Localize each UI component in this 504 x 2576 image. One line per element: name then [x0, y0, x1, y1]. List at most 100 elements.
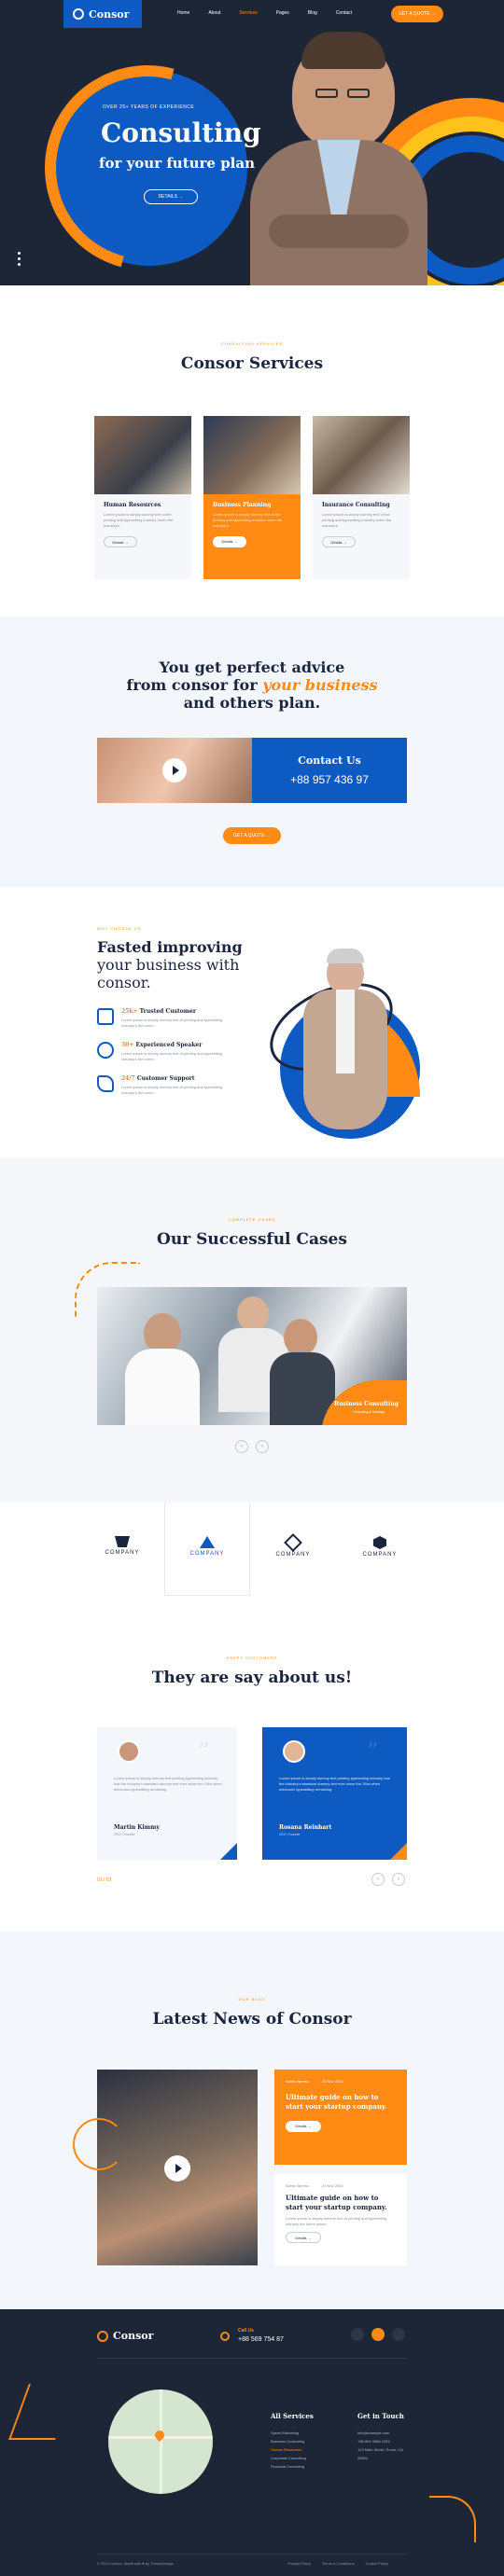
advice-line-3: and others plan.	[183, 694, 321, 712]
news-post-title[interactable]: Ultimate guide on how to start your star…	[286, 2194, 396, 2212]
advice-quote-button[interactable]: GET A QUOTE →	[223, 827, 281, 844]
news-card-active[interactable]: Admin Bpress 23 Nov 2024 Ultimate guide o…	[274, 2070, 407, 2165]
service-card[interactable]: Human Resources Lorem ipsum is simply du…	[94, 416, 191, 579]
footer-divider	[97, 2358, 407, 2359]
cases-section: COMPLETE CASES Our Successful Cases Busi…	[0, 1157, 504, 1503]
testimonial-card-active: ” Lorem ipsum is simply dummy text print…	[262, 1727, 407, 1860]
avatar	[118, 1740, 140, 1763]
brand-logo-icon	[373, 1536, 386, 1549]
cases-eyebrow: COMPLETE CASES	[228, 1217, 276, 1222]
logo-icon	[73, 8, 84, 20]
social-icons	[351, 2328, 405, 2341]
linkedin-icon[interactable]	[392, 2328, 405, 2341]
advice-line-1: You get perfect advice	[159, 658, 345, 676]
news-details-button[interactable]: Details →	[286, 2121, 321, 2132]
footer-email[interactable]: info@example.com	[357, 2429, 413, 2437]
slider-dot[interactable]	[18, 257, 21, 260]
services-eyebrow: CONSULTING SERVICES	[220, 341, 284, 346]
service-card[interactable]: Insurance Consulting Lorem ipsum is simp…	[313, 416, 410, 579]
map-pin-icon	[152, 2428, 167, 2443]
cases-prev-button[interactable]: ‹	[235, 1440, 248, 1453]
cookie-link[interactable]: Cookie Policy	[366, 2561, 388, 2566]
service-card-title: Business Planning	[213, 502, 272, 508]
testimonials-eyebrow: HAPPY CUSTOMERS	[226, 1655, 278, 1660]
cases-next-button[interactable]: ›	[256, 1440, 269, 1453]
hero-details-button[interactable]: DETAILS →	[144, 189, 198, 204]
service-card-image	[313, 416, 410, 494]
footer-logo[interactable]: Consor	[97, 2330, 153, 2342]
facebook-icon[interactable]	[351, 2328, 364, 2341]
slider-dot[interactable]	[18, 252, 21, 255]
feature-number: 30+	[121, 1042, 134, 1048]
logo[interactable]: Consor	[63, 0, 142, 28]
footer-call-label: Call Us	[238, 2328, 254, 2334]
nav-blog[interactable]: Blog	[308, 10, 317, 16]
contact-label: Contact Us	[298, 755, 361, 767]
nav-services[interactable]: Services	[239, 10, 257, 16]
nav-home[interactable]: Home	[177, 10, 189, 16]
footer-logo-text: Consor	[113, 2330, 154, 2342]
footer-service-link[interactable]: Speed Marketing	[271, 2429, 306, 2437]
brand-logo-active[interactable]: COMPANY	[164, 1503, 250, 1596]
brand-logo-text: COMPANY	[105, 1550, 140, 1556]
testimonial-next-button[interactable]: ›	[392, 1873, 405, 1886]
footer-phone[interactable]: +88 569 754 87	[238, 2336, 284, 2343]
footer-address: 123 Main Street, Rome, CA 90001	[357, 2447, 403, 2460]
testimonial-text: Lorem ipsum is simply dummy text printin…	[114, 1776, 222, 1792]
cases-title: Our Successful Cases	[157, 1230, 347, 1249]
news-post-title[interactable]: Ultimate guide on how to start your star…	[286, 2093, 396, 2112]
brand-logo-text: COMPANY	[362, 1552, 398, 1558]
testimonial-name: Martin Kimmy	[114, 1824, 160, 1831]
service-details-button[interactable]: Details →	[104, 536, 137, 547]
nav-pages[interactable]: Pages	[276, 10, 289, 16]
footer-phone-alt[interactable]: +88 954 3658 1254	[357, 2437, 413, 2445]
feature-list: 25k+ Trusted Customer Lorem ipsum is sim…	[97, 1008, 237, 1096]
news-card[interactable]: Admin Bpress 23 Nov 2024 Ultimate guide o…	[274, 2174, 407, 2265]
slider-dot[interactable]	[18, 263, 21, 266]
advice-line-2-prefix: from consor for	[126, 676, 263, 694]
nav-about[interactable]: About	[208, 10, 220, 16]
service-details-button[interactable]: Details →	[322, 536, 356, 547]
hero-subtitle: for your future plan	[99, 155, 256, 172]
footer-service-link[interactable]: Financial Consulting	[271, 2462, 306, 2471]
privacy-link[interactable]: Privacy Policy	[287, 2561, 311, 2566]
news-image	[97, 2070, 258, 2265]
nav-contact[interactable]: Contact	[336, 10, 352, 16]
brand-logo-icon	[284, 1533, 302, 1552]
brand-logo[interactable]: COMPANY	[357, 1536, 403, 1558]
feature-number: 24/7	[121, 1075, 135, 1082]
feature-number: 25k+	[121, 1008, 138, 1015]
news-details-button[interactable]: Details →	[286, 2232, 321, 2243]
advice-line-2: from consor for your business	[0, 676, 504, 694]
testimonial-prev-button[interactable]: ‹	[371, 1873, 385, 1886]
get-quote-button[interactable]: GET A QUOTE →	[391, 6, 443, 22]
news-eyebrow: OUR BLOG	[238, 1997, 266, 2001]
footer-map[interactable]	[108, 2389, 213, 2494]
improve-section: WHY CHOOSE US Fasted improving your busi…	[0, 887, 504, 1157]
testimonials-title: They are say about us!	[151, 1669, 353, 1687]
testimonial-role: CEO, Founder	[114, 1833, 135, 1836]
service-card-title: Human Resources	[104, 502, 161, 508]
testimonial-card: ” Lorem ipsum is simply dummy text print…	[97, 1727, 237, 1860]
advice-section: You get perfect advice from consor for y…	[0, 616, 504, 887]
twitter-icon[interactable]	[371, 2328, 385, 2341]
service-card-text: Lorem ipsum is simply dummy text of the …	[213, 512, 283, 528]
play-icon[interactable]	[164, 2155, 190, 2181]
terms-link[interactable]: Terms & Conditions	[322, 2561, 355, 2566]
footer-touch-list: info@example.com +88 954 3658 1254 123 M…	[357, 2429, 413, 2462]
main-nav: Home About Services Pages Blog Contact	[177, 10, 352, 16]
contact-phone[interactable]: +88 957 436 97	[252, 773, 407, 786]
footer-service-link[interactable]: Corporate Consulting	[271, 2454, 306, 2462]
advice-highlight: your business	[262, 676, 378, 694]
brand-logo[interactable]: COMPANY	[99, 1536, 146, 1556]
brand-logo-icon	[115, 1536, 130, 1547]
service-card-image	[203, 416, 301, 494]
footer-service-link[interactable]: Business Consulting	[271, 2437, 306, 2445]
footer-service-link[interactable]: Human Resources	[271, 2445, 306, 2454]
service-details-button[interactable]: Details →	[213, 536, 246, 547]
feature-title: Experienced Speaker	[135, 1042, 203, 1048]
service-card-active[interactable]: Business Planning Lorem ipsum is simply …	[203, 416, 301, 579]
brand-logo[interactable]: COMPANY	[270, 1533, 316, 1558]
news-section: OUR BLOG Latest News of Consor Admin Bpr…	[0, 1932, 504, 2309]
play-icon[interactable]	[162, 758, 187, 782]
